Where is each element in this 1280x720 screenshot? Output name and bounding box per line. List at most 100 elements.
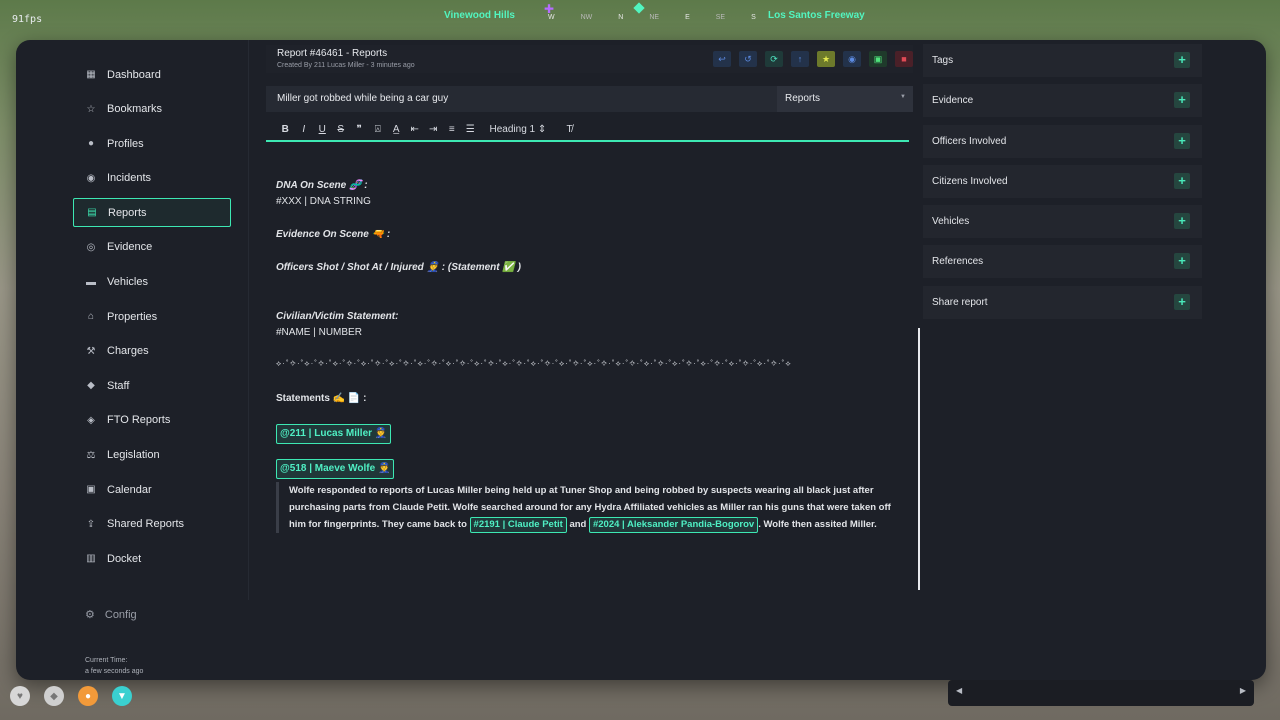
- section-label: Vehicles: [932, 216, 970, 228]
- gavel-icon: ⚒: [86, 345, 96, 357]
- quote-text-2: . Wolfe then assited Miller.: [758, 519, 877, 530]
- heading-select-value: Heading 1: [489, 123, 536, 135]
- compass-nw: NW: [580, 14, 593, 21]
- sidebar-item-label: Reports: [108, 206, 147, 219]
- bullet-list-button[interactable]: ☰: [461, 124, 480, 135]
- compass-n: N: [618, 14, 624, 21]
- health-icon: ♥: [10, 686, 30, 706]
- separator: ⟡·˚✧·˚⟡·˚✧·˚⟡·˚✧·˚⟡·˚✧·˚⟡·˚✧·˚⟡·˚✧·˚⟡·˚✧…: [276, 359, 792, 368]
- dna-heading: DNA On Scene 🧬 :: [276, 180, 368, 191]
- mention-officer-211[interactable]: @211 | Lucas Miller 👮: [276, 424, 392, 444]
- sidebar-item-label: Profiles: [107, 137, 144, 150]
- statement-value: #NAME | NUMBER: [276, 327, 362, 338]
- text-color-button[interactable]: A̲: [387, 124, 406, 135]
- street-name-left: Vinewood Hills: [444, 10, 515, 21]
- sidebar-item-bookmarks[interactable]: ☆ Bookmarks: [73, 95, 231, 124]
- undo-button[interactable]: ↩: [713, 51, 731, 67]
- sidebar-item-dashboard[interactable]: ▦ Dashboard: [73, 60, 231, 89]
- add-citizen-button[interactable]: +: [1174, 172, 1190, 189]
- quote-and: and: [566, 519, 589, 530]
- add-tag-button[interactable]: +: [1174, 52, 1190, 68]
- section-label: Officers Involved: [932, 135, 1007, 147]
- outdent-button[interactable]: ⇤: [406, 124, 425, 135]
- compass-w: W: [548, 14, 555, 21]
- save-button[interactable]: ▣: [869, 51, 887, 67]
- sidebar-item-label: Evidence: [107, 241, 153, 254]
- sidebar-item-label: Properties: [107, 310, 158, 323]
- quote-button[interactable]: ❞: [350, 124, 369, 135]
- refresh-button[interactable]: ⟳: [765, 51, 783, 67]
- content-scrollbar[interactable]: [918, 328, 920, 590]
- hunger-icon: ●: [78, 686, 98, 706]
- left-indicator-icon: ◀: [956, 686, 963, 695]
- heading-select[interactable]: Heading 1 ⇕: [490, 124, 547, 135]
- section-share-report: Share report +: [923, 285, 1202, 319]
- highlight-button[interactable]: ⍓: [369, 124, 388, 135]
- section-officers-involved: Officers Involved +: [923, 124, 1202, 158]
- share-report-button[interactable]: +: [1174, 293, 1190, 310]
- report-toolbar: ↩ ↺ ⟳ ↑ ★ ◉ ▣ ■: [713, 51, 913, 67]
- sidebar-item-vehicles[interactable]: ▬ Vehicles: [73, 268, 231, 297]
- sidebar-item-fto-reports[interactable]: ◈ FTO Reports: [73, 406, 231, 435]
- bold-button[interactable]: B: [276, 124, 295, 135]
- mention-citizen-2024[interactable]: #2024 | Aleksander Pandia-Bogorov: [588, 517, 759, 533]
- report-subtitle: Created By 211 Lucas Miller - 3 minutes …: [277, 62, 415, 69]
- history-button[interactable]: ↺: [739, 51, 757, 67]
- sidebar-item-staff[interactable]: ◆ Staff: [73, 371, 231, 400]
- sidebar-item-label: FTO Reports: [107, 414, 171, 427]
- sidebar-item-docket[interactable]: ▥ Docket: [73, 544, 231, 573]
- bookmark-button[interactable]: ★: [817, 51, 835, 67]
- history-icon: ↺: [744, 53, 752, 64]
- gear-icon: ⚙: [85, 609, 95, 621]
- underline-button[interactable]: U: [313, 124, 332, 135]
- sidebar-item-properties[interactable]: ⌂ Properties: [73, 302, 231, 331]
- upload-button[interactable]: ↑: [791, 51, 809, 67]
- section-label: References: [932, 256, 984, 268]
- report-name-input[interactable]: [277, 93, 757, 104]
- section-label: Tags: [932, 55, 954, 66]
- strike-button[interactable]: S: [332, 124, 351, 135]
- statement-quote: Wolfe responded to reports of Lucas Mill…: [276, 482, 892, 533]
- add-vehicle-button[interactable]: +: [1174, 213, 1190, 230]
- config-label: Config: [104, 608, 137, 621]
- sidebar-item-config[interactable]: ⚙ Config: [85, 608, 137, 622]
- current-time: Current Time: a few seconds ago: [85, 655, 143, 677]
- report-content[interactable]: DNA On Scene 🧬 : #XXX | DNA STRING Evide…: [266, 144, 909, 600]
- sidebar-item-label: Dashboard: [107, 68, 161, 81]
- mention-officer-518[interactable]: @518 | Maeve Wolfe 👮: [276, 459, 395, 479]
- share-icon: ⇪: [86, 518, 96, 530]
- current-time-value: a few seconds ago: [85, 668, 144, 675]
- vehicle-hud-bar: ◀ ▶: [948, 680, 1254, 706]
- add-reference-button[interactable]: +: [1174, 253, 1190, 270]
- statements-heading: Statements ✍️ 📄 :: [276, 393, 367, 404]
- sidebar-item-evidence[interactable]: ◎ Evidence: [73, 233, 231, 262]
- calendar-icon: ▣: [86, 484, 96, 496]
- add-evidence-button[interactable]: +: [1174, 92, 1190, 109]
- sidebar-item-label: Incidents: [107, 172, 152, 185]
- share-button[interactable]: ◉: [843, 51, 861, 67]
- mention-citizen-2191[interactable]: #2191 | Claude Petit: [469, 517, 567, 533]
- upload-icon: ↑: [797, 54, 803, 64]
- clear-format-button[interactable]: T̸: [560, 124, 579, 135]
- sidebar-item-reports[interactable]: ▤ Reports: [73, 198, 231, 228]
- sidebar-item-legislation[interactable]: ⚖ Legislation: [73, 441, 231, 470]
- sidebar-item-calendar[interactable]: ▣ Calendar: [73, 475, 231, 504]
- report-type-select[interactable]: Reports ▼: [777, 86, 913, 112]
- sidebar-item-label: Charges: [107, 345, 149, 358]
- sidebar-item-charges[interactable]: ⚒ Charges: [73, 337, 231, 366]
- sidebar-item-profiles[interactable]: ● Profiles: [73, 129, 231, 158]
- save-icon: ▣: [873, 53, 883, 64]
- report-side-sections: Tags + Evidence + Officers Involved + Citiz…: [923, 44, 1202, 326]
- sidebar-item-label: Bookmarks: [107, 103, 163, 116]
- sidebar-item-shared-reports[interactable]: ⇪ Shared Reports: [73, 510, 231, 539]
- house-icon: ⌂: [87, 311, 95, 323]
- current-time-label: Current Time:: [85, 657, 128, 664]
- ordered-list-button[interactable]: ≡: [443, 124, 462, 135]
- delete-button[interactable]: ■: [895, 51, 913, 67]
- italic-button[interactable]: I: [295, 124, 314, 135]
- section-tags: Tags +: [923, 44, 1202, 77]
- add-officer-button[interactable]: +: [1174, 132, 1190, 149]
- indent-button[interactable]: ⇥: [424, 124, 443, 135]
- sidebar-item-incidents[interactable]: ◉ Incidents: [73, 164, 231, 193]
- undo-icon: ↩: [718, 53, 726, 64]
